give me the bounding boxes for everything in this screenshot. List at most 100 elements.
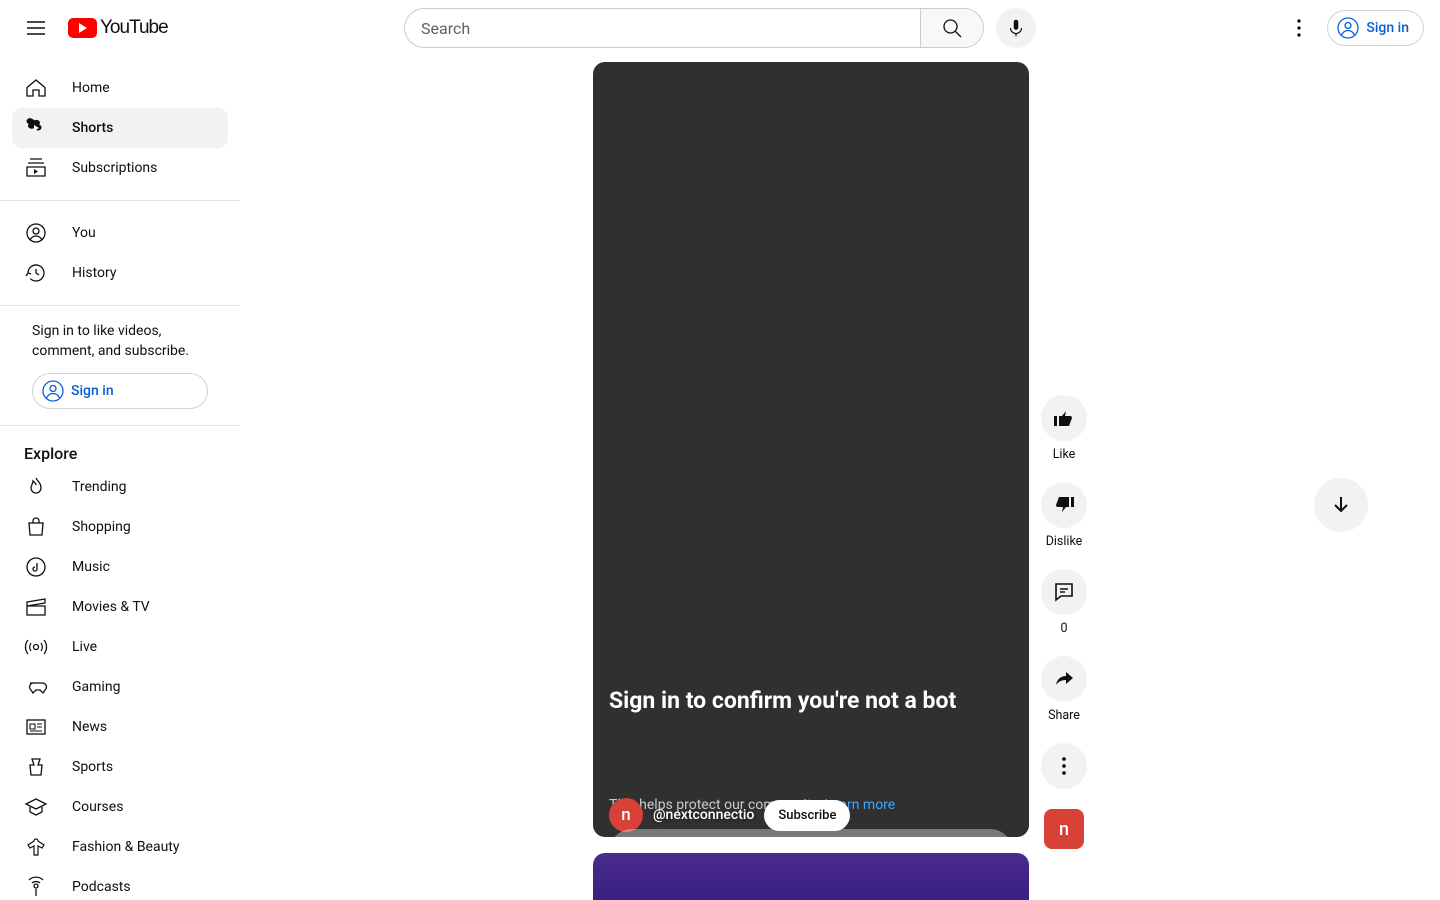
sidebar-item-label: News: [72, 719, 107, 735]
sidebar-item-label: Courses: [72, 799, 123, 815]
comments-action[interactable]: 0: [1041, 569, 1087, 636]
divider: [0, 200, 240, 201]
shorts-icon: [24, 116, 48, 140]
sports-icon: [24, 755, 48, 779]
sidebar-item-news[interactable]: News: [12, 707, 228, 747]
sidebar-item-label: Podcasts: [72, 879, 131, 895]
thumbs-down-icon: [1052, 493, 1076, 517]
dislike-label: Dislike: [1046, 534, 1083, 549]
sidebar-item-live[interactable]: Live: [12, 627, 228, 667]
search-input[interactable]: [404, 8, 920, 48]
arrow-down-icon: [1329, 493, 1353, 517]
thumbs-up-icon: [1052, 406, 1076, 430]
sidebar-item-podcasts[interactable]: Podcasts: [12, 867, 228, 900]
topbar: YouTube Sign in: [0, 0, 1440, 56]
home-icon: [24, 76, 48, 100]
next-short-peek[interactable]: [593, 853, 1029, 900]
sidebar-item-courses[interactable]: Courses: [12, 787, 228, 827]
sidebar-item-label: Live: [72, 639, 97, 655]
sidebar-item-fashion[interactable]: Fashion & Beauty: [12, 827, 228, 867]
shorts-player-stage: Sign in to confirm you're not a bot This…: [593, 62, 1029, 837]
channel-avatar[interactable]: n: [609, 798, 643, 832]
sidebar-you: You History: [12, 213, 228, 305]
youtube-play-icon: [68, 18, 97, 38]
user-icon: [41, 379, 65, 403]
hamburger-icon: [24, 16, 48, 40]
signin-promo-text: Sign in to like videos, comment, and sub…: [32, 322, 208, 361]
channel-handle[interactable]: @nextconnectio: [653, 807, 754, 823]
youtube-wordmark: YouTube: [100, 17, 168, 39]
more-action[interactable]: [1041, 743, 1087, 789]
search-box: [404, 8, 984, 48]
sidebar-item-movies[interactable]: Movies & TV: [12, 587, 228, 627]
overlay-sign-in-button[interactable]: Sign in: [609, 829, 1013, 837]
youtube-logo[interactable]: YouTube: [68, 17, 168, 39]
sidebar-item-label: Sports: [72, 759, 113, 775]
sign-in-label: Sign in: [71, 383, 114, 399]
sidebar-item-label: Subscriptions: [72, 160, 157, 176]
like-label: Like: [1053, 447, 1076, 462]
microphone-icon: [1005, 17, 1027, 39]
sign-in-button[interactable]: Sign in: [1327, 10, 1424, 46]
sidebar-item-label: Shopping: [72, 519, 131, 535]
divider: [0, 305, 240, 306]
sidebar-item-gaming[interactable]: Gaming: [12, 667, 228, 707]
comment-icon: [1052, 580, 1076, 604]
more-icon: [1052, 754, 1076, 778]
sidebar-item-label: Music: [72, 559, 110, 575]
sidebar-item-music[interactable]: Music: [12, 547, 228, 587]
share-icon: [1052, 667, 1076, 691]
gaming-icon: [24, 675, 48, 699]
trending-icon: [24, 475, 48, 499]
dislike-action[interactable]: Dislike: [1041, 482, 1087, 549]
shorts-action-rail: Like Dislike 0 Share n: [1041, 395, 1087, 849]
music-icon: [24, 555, 48, 579]
fashion-icon: [24, 835, 48, 859]
channel-row: n @nextconnectio Subscribe: [609, 798, 850, 832]
topbar-right: Sign in: [1279, 8, 1424, 48]
explore-header: Explore: [12, 438, 228, 467]
user-circle-icon: [24, 221, 48, 245]
sidebar-item-you[interactable]: You: [12, 213, 228, 253]
sidebar-item-history[interactable]: History: [12, 253, 228, 293]
sidebar-item-sports[interactable]: Sports: [12, 747, 228, 787]
sidebar-item-home[interactable]: Home: [12, 68, 228, 108]
subscriptions-icon: [24, 156, 48, 180]
search-button[interactable]: [920, 8, 984, 48]
comments-count: 0: [1060, 621, 1067, 636]
sidebar-sign-in-button[interactable]: Sign in: [32, 373, 208, 409]
live-icon: [24, 635, 48, 659]
sidebar-item-label: Fashion & Beauty: [72, 839, 180, 855]
movies-icon: [24, 595, 48, 619]
voice-search-button[interactable]: [996, 8, 1036, 48]
sign-in-label: Sign in: [1366, 20, 1409, 36]
like-action[interactable]: Like: [1041, 395, 1087, 462]
hamburger-menu-button[interactable]: [16, 8, 56, 48]
sidebar-item-label: Movies & TV: [72, 599, 150, 615]
bot-check-title: Sign in to confirm you're not a bot: [609, 687, 1013, 714]
search-center: [404, 8, 1036, 48]
sidebar-explore: Trending Shopping Music Movies & TV Live…: [12, 467, 228, 900]
next-short-button[interactable]: [1314, 478, 1368, 532]
sidebar-item-label: Trending: [72, 479, 127, 495]
podcasts-icon: [24, 875, 48, 899]
sidebar-item-subscriptions[interactable]: Subscriptions: [12, 148, 228, 188]
news-icon: [24, 715, 48, 739]
sidebar-signin-promo: Sign in to like videos, comment, and sub…: [12, 318, 228, 425]
share-action[interactable]: Share: [1041, 656, 1087, 723]
divider: [0, 425, 240, 426]
sidebar-item-trending[interactable]: Trending: [12, 467, 228, 507]
sidebar-item-label: History: [72, 265, 117, 281]
settings-menu-button[interactable]: [1279, 8, 1319, 48]
share-label: Share: [1048, 708, 1080, 723]
history-icon: [24, 261, 48, 285]
sidebar-primary: Home Shorts Subscriptions: [12, 68, 228, 200]
sidebar-item-label: Gaming: [72, 679, 120, 695]
sidebar-item-shopping[interactable]: Shopping: [12, 507, 228, 547]
sidebar-item-shorts[interactable]: Shorts: [12, 108, 228, 148]
shorts-video[interactable]: Sign in to confirm you're not a bot This…: [593, 62, 1029, 837]
subscribe-button[interactable]: Subscribe: [764, 800, 850, 831]
shopping-icon: [24, 515, 48, 539]
sound-avatar[interactable]: n: [1044, 809, 1084, 849]
kebab-icon: [1287, 16, 1311, 40]
